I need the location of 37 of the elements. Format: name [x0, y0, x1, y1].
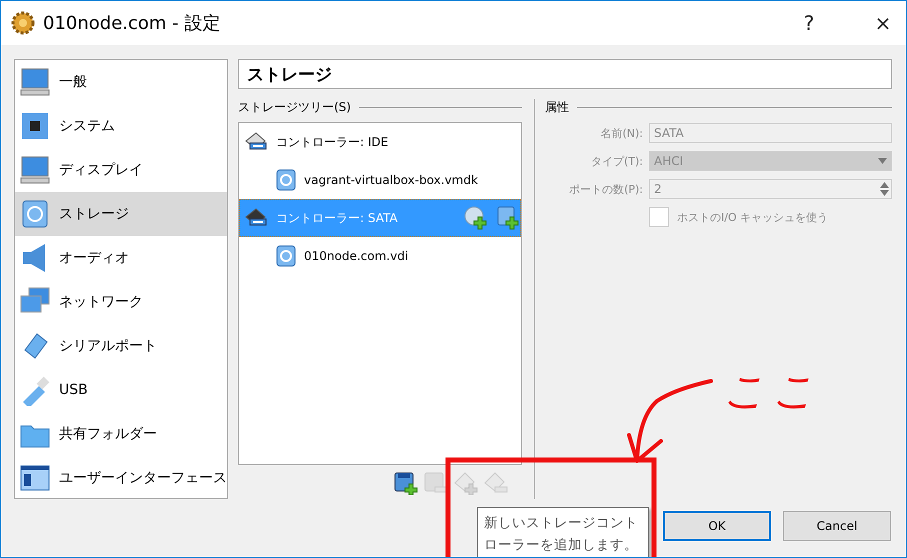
- checkbox-label: ホストのI/O キャッシュを使う: [677, 210, 828, 224]
- sidebar-item[interactable]: 一般: [15, 60, 227, 104]
- sidebar-item[interactable]: ストレージ: [15, 192, 227, 236]
- window-title: 010node.com - 設定: [43, 12, 222, 35]
- spin-down-icon: [880, 190, 889, 196]
- close-button[interactable]: ×: [860, 1, 906, 45]
- add-hard-disk-icon[interactable]: [496, 206, 520, 230]
- field-label: タイプ(T):: [590, 154, 643, 168]
- monitor-icon: [19, 154, 51, 186]
- field-label: ポートの数(P):: [568, 182, 643, 196]
- dialog-button[interactable]: OK: [663, 511, 771, 541]
- sidebar-item[interactable]: シリアルポート: [15, 324, 227, 368]
- tooltip: 新しいストレージコントローラーを追加します。: [477, 507, 649, 557]
- add-controller-icon[interactable]: [394, 471, 418, 495]
- add-optical-drive-icon[interactable]: [464, 206, 488, 230]
- dropdown-caret-icon: [878, 158, 887, 164]
- spin-up-icon: [880, 182, 889, 188]
- sidebar-item[interactable]: USB: [15, 368, 227, 412]
- help-button[interactable]: ?: [786, 1, 832, 45]
- group-label: ストレージツリー(S): [238, 98, 351, 116]
- sidebar-item[interactable]: 共有フォルダー: [15, 412, 227, 456]
- page-title: ストレージ: [238, 59, 892, 89]
- dialog-button[interactable]: Cancel: [783, 511, 891, 541]
- computer-icon: [19, 66, 51, 98]
- group-label: 属性: [545, 98, 569, 116]
- sidebar-item[interactable]: ディスプレイ: [15, 148, 227, 192]
- field-label: 名前(N):: [599, 126, 643, 140]
- sidebar-item[interactable]: ネットワーク: [15, 280, 227, 324]
- gear-icon: [11, 11, 35, 35]
- tree-row[interactable]: 010node.com.vdi: [239, 237, 521, 275]
- annotation-text: ここ: [723, 365, 821, 417]
- tree-row[interactable]: コントローラー: IDE: [239, 123, 521, 161]
- sidebar-item[interactable]: ユーザーインターフェース: [15, 456, 227, 500]
- tree-row[interactable]: vagrant-virtualbox-box.vmdk: [239, 161, 521, 199]
- chip-icon: [19, 110, 51, 142]
- sidebar-item[interactable]: システム: [15, 104, 227, 148]
- sidebar-item[interactable]: オーディオ: [15, 236, 227, 280]
